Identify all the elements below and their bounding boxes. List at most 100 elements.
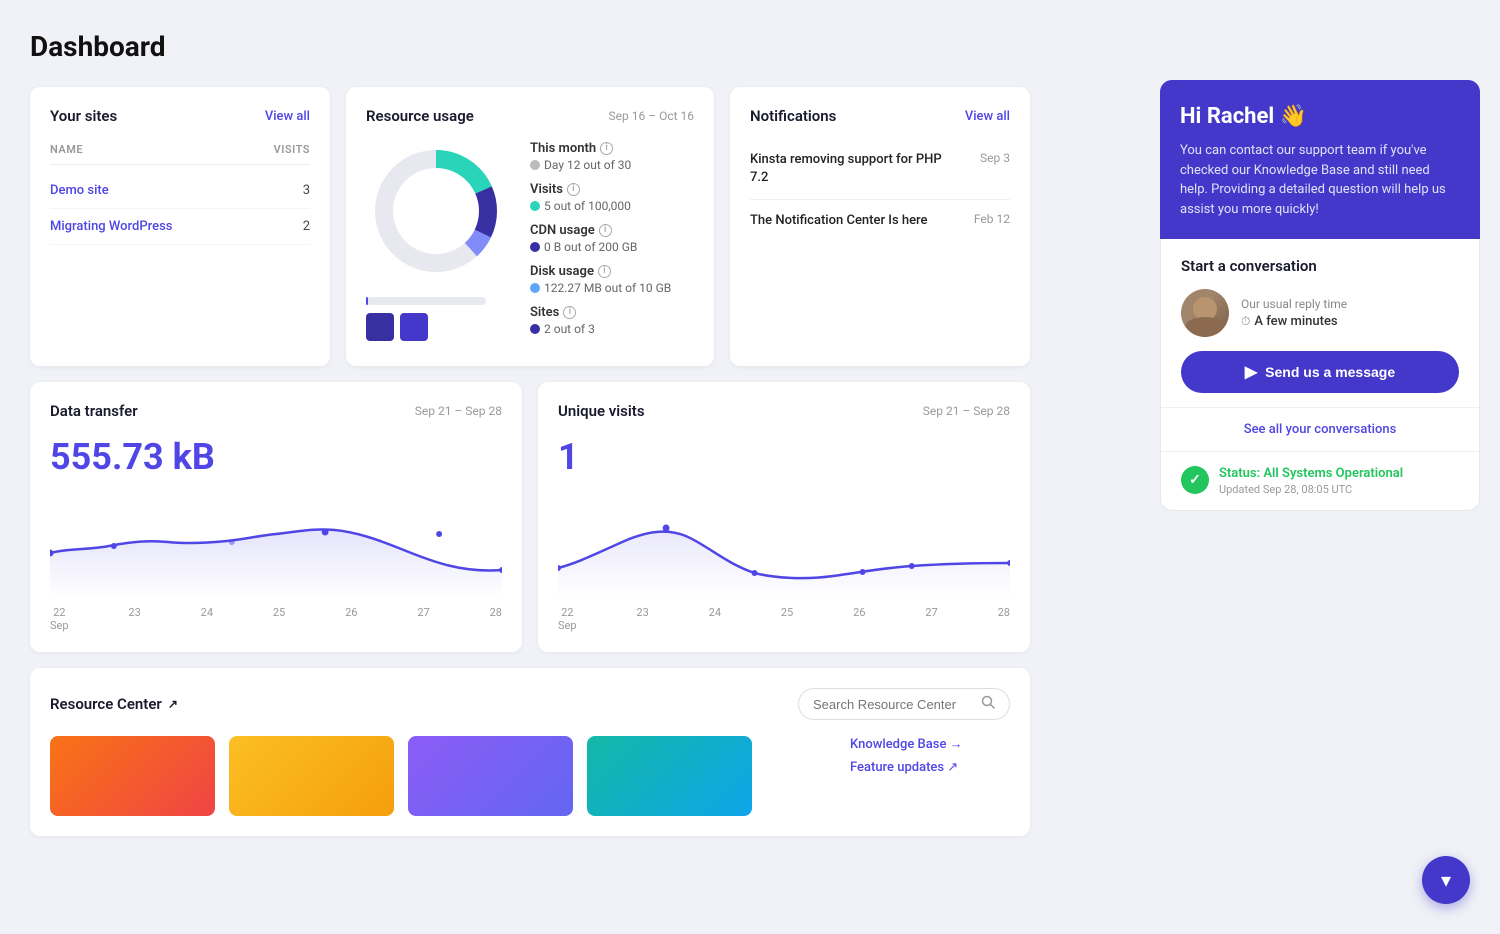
- unique-visits-date: Sep 21 – Sep 28: [923, 404, 1010, 418]
- data-transfer-date: Sep 21 – Sep 28: [415, 404, 502, 418]
- chat-body: Start a conversation Our usual reply tim…: [1160, 239, 1480, 511]
- status-updated: Updated Sep 28, 08:05 UTC: [1219, 483, 1459, 496]
- site-name-demo[interactable]: Demo site: [50, 183, 109, 198]
- data-transfer-chart: [50, 498, 502, 598]
- stat-value-disk: 122.27 MB out of 10 GB: [544, 281, 671, 295]
- data-transfer-value: 555.73 kB: [50, 436, 502, 478]
- site-visits-demo: 3: [303, 183, 310, 198]
- data-transfer-card: Data transfer Sep 21 – Sep 28 555.73 kB: [30, 382, 522, 652]
- float-expand-button[interactable]: ▾: [1422, 856, 1470, 904]
- info-icon-sites[interactable]: i: [563, 306, 576, 319]
- status-text: Status: All Systems Operational Updated …: [1219, 466, 1459, 496]
- info-icon-disk[interactable]: i: [598, 265, 611, 278]
- legend-sq-2: [400, 313, 428, 341]
- stat-value-cdn: 0 B out of 200 GB: [544, 240, 637, 254]
- chat-avatar-row: Our usual reply time ⏱ A few minutes: [1181, 289, 1459, 337]
- chat-panel: Hi Rachel 👋 You can contact our support …: [1160, 80, 1480, 511]
- site-name-migrating[interactable]: Migrating WordPress: [50, 219, 172, 234]
- dot-visits: [530, 201, 540, 211]
- status-section: ✓ Status: All Systems Operational Update…: [1161, 451, 1479, 510]
- unique-visits-header: Unique visits Sep 21 – Sep 28: [558, 402, 1010, 420]
- site-row: Migrating WordPress 2: [50, 209, 310, 245]
- progress-bar-area: [366, 297, 506, 341]
- reply-label: Our usual reply time: [1241, 297, 1347, 311]
- stat-label-sites: Sites: [530, 305, 559, 320]
- donut-chart: [366, 141, 506, 281]
- page-title: Dashboard: [30, 30, 1030, 63]
- send-icon: ▶: [1245, 362, 1257, 382]
- resource-center-header: Resource Center ↗: [50, 688, 1010, 720]
- resource-date-range: Sep 16 – Oct 16: [609, 109, 694, 123]
- feature-updates-link[interactable]: Feature updates ↗: [850, 760, 1010, 775]
- chat-start-title: Start a conversation: [1181, 257, 1459, 275]
- legend-sq-1: [366, 313, 394, 341]
- resource-usage-card: Resource usage Sep 16 – Oct 16: [346, 87, 714, 366]
- site-visits-migrating: 2: [303, 219, 310, 234]
- progress-bar-fill: [366, 297, 368, 305]
- resource-center-card: Resource Center ↗ Kno: [30, 668, 1030, 836]
- send-btn-label: Send us a message: [1265, 364, 1395, 380]
- unique-visits-svg: [558, 498, 1010, 598]
- stat-disk: Disk usage i 122.27 MB out of 10 GB: [530, 264, 694, 295]
- stat-this-month: This month i Day 12 out of 30: [530, 141, 694, 172]
- external-link-icon: ↗: [168, 697, 178, 711]
- data-transfer-header: Data transfer Sep 21 – Sep 28: [50, 402, 502, 420]
- notif-date-1: Sep 3: [980, 151, 1010, 165]
- status-operational: Status: All Systems Operational: [1219, 466, 1459, 481]
- resource-card-header: Resource usage Sep 16 – Oct 16: [366, 107, 694, 125]
- dot-disk: [530, 283, 540, 293]
- chat-start-section: Start a conversation Our usual reply tim…: [1161, 239, 1479, 407]
- avatar: [1181, 289, 1229, 337]
- check-icon: ✓: [1189, 472, 1201, 488]
- wave-emoji: 👋: [1280, 104, 1307, 129]
- stat-label-visits: Visits: [530, 182, 563, 197]
- col-visits: VISITS: [274, 143, 310, 156]
- notifications-card-title: Notifications: [750, 107, 836, 125]
- see-conversations-link[interactable]: See all your conversations: [1161, 408, 1479, 451]
- notifications-view-all[interactable]: View all: [965, 109, 1010, 124]
- status-icon: ✓: [1181, 466, 1209, 494]
- resource-center-title: Resource Center ↗: [50, 695, 178, 713]
- sites-card: Your sites View all NAME VISITS Demo sit…: [30, 87, 330, 366]
- resource-content: This month i Day 12 out of 30 Visits i: [366, 141, 694, 346]
- resource-search-input[interactable]: [813, 697, 973, 712]
- unique-visits-chart: [558, 498, 1010, 598]
- stat-visits: Visits i 5 out of 100,000: [530, 182, 694, 213]
- stat-label-month: This month: [530, 141, 596, 156]
- stat-value-month: Day 12 out of 30: [544, 158, 631, 172]
- notifications-card-header: Notifications View all: [750, 107, 1010, 125]
- knowledge-base-link[interactable]: Knowledge Base →: [850, 736, 1010, 752]
- col-name: NAME: [50, 143, 83, 156]
- sites-view-all[interactable]: View all: [265, 109, 310, 124]
- avatar-image: [1181, 289, 1229, 337]
- stat-sites: Sites i 2 out of 3: [530, 305, 694, 336]
- notification-item: Kinsta removing support for PHP 7.2 Sep …: [750, 139, 1010, 200]
- unique-visits-card: Unique visits Sep 21 – Sep 28 1: [538, 382, 1030, 652]
- notif-text-1: Kinsta removing support for PHP 7.2: [750, 151, 950, 187]
- notif-text-2: The Notification Center Is here: [750, 212, 928, 230]
- unique-visits-title: Unique visits: [558, 402, 645, 420]
- progress-bar-bg: [366, 297, 486, 305]
- stat-value-visits: 5 out of 100,000: [544, 199, 631, 213]
- unique-visits-value: 1: [558, 436, 1010, 478]
- reply-time: ⏱ A few minutes: [1241, 314, 1347, 329]
- chat-description: You can contact our support team if you'…: [1180, 141, 1460, 219]
- data-transfer-title: Data transfer: [50, 402, 138, 420]
- resource-search-box[interactable]: [798, 688, 1010, 720]
- info-icon-visits[interactable]: i: [567, 183, 580, 196]
- sites-table-header: NAME VISITS: [50, 139, 310, 165]
- send-message-button[interactable]: ▶ Send us a message: [1181, 351, 1459, 393]
- resource-thumbnails: [50, 736, 752, 816]
- stat-value-sites: 2 out of 3: [544, 322, 595, 336]
- info-icon-cdn[interactable]: i: [599, 224, 612, 237]
- stat-cdn: CDN usage i 0 B out of 200 GB: [530, 223, 694, 254]
- dot-cdn: [530, 242, 540, 252]
- notifications-card: Notifications View all Kinsta removing s…: [730, 87, 1030, 366]
- donut-svg: [366, 141, 506, 281]
- resource-thumb-3: [408, 736, 573, 816]
- info-icon-month[interactable]: i: [600, 142, 613, 155]
- dot-sites: [530, 324, 540, 334]
- legend-squares: [366, 313, 506, 341]
- resource-thumb-2: [229, 736, 394, 816]
- sites-card-header: Your sites View all: [50, 107, 310, 125]
